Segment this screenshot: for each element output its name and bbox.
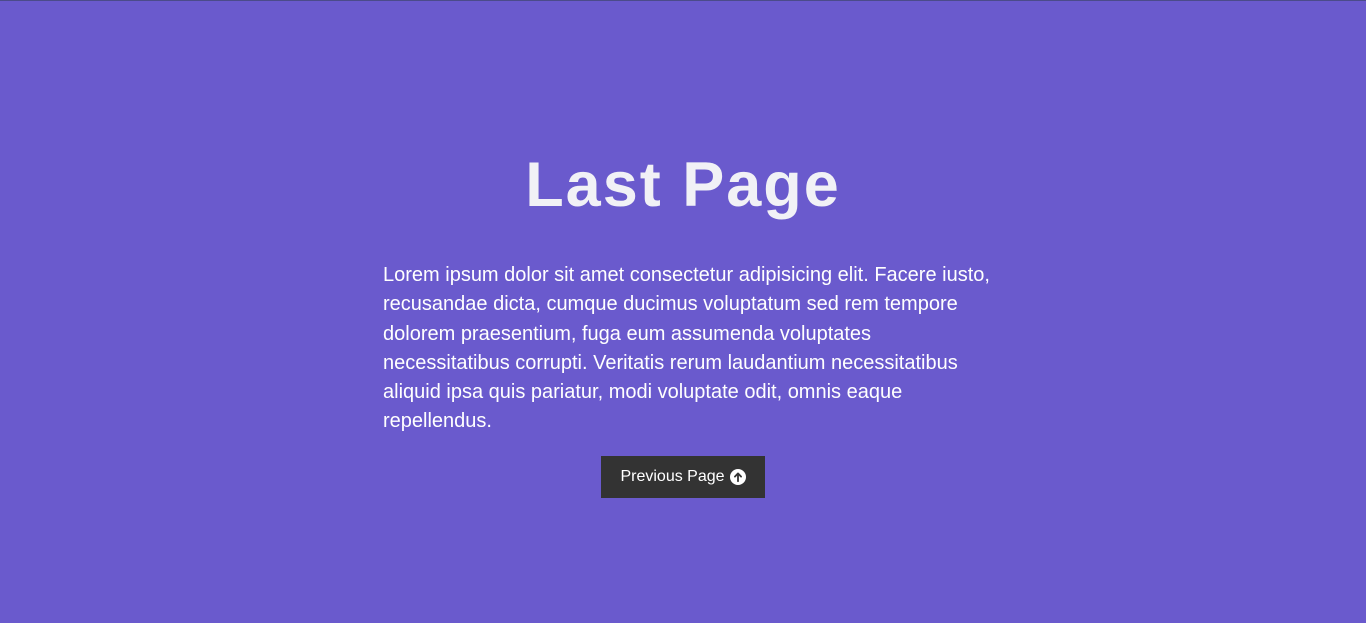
- page-title: Last Page: [525, 150, 841, 220]
- previous-page-label: Previous Page: [620, 468, 725, 485]
- arrow-up-circle-icon: [729, 469, 746, 485]
- body-paragraph: Lorem ipsum dolor sit amet consectetur a…: [383, 264, 990, 433]
- previous-page-button[interactable]: Previous Page: [601, 456, 765, 498]
- last-page-section: Last Page Lorem ipsum dolor sit amet con…: [0, 1, 1366, 623]
